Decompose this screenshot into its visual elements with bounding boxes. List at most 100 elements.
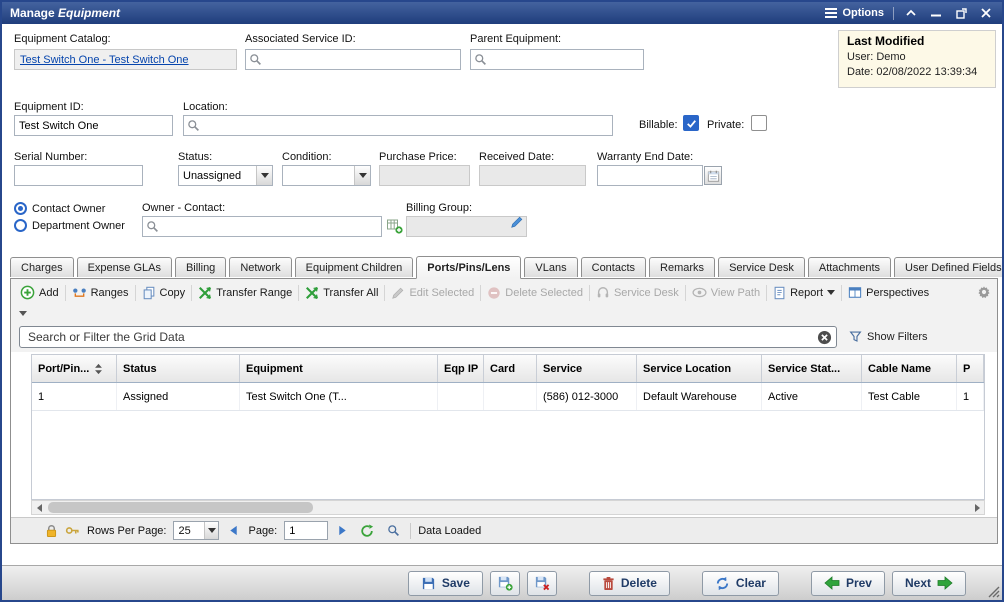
search-icon — [146, 220, 159, 233]
add-contact-icon — [386, 218, 403, 234]
save-x-icon — [534, 575, 550, 591]
toolbar-delete-selected-button[interactable]: Delete Selected — [482, 284, 588, 302]
clear-button[interactable]: Clear — [702, 571, 779, 596]
rows-per-page-select[interactable]: 25 — [173, 521, 219, 540]
received-date-label: Received Date: — [479, 151, 554, 163]
tab-vlans[interactable]: VLans — [524, 257, 577, 277]
tab-network[interactable]: Network — [229, 257, 291, 277]
clear-search-icon[interactable] — [817, 330, 832, 345]
private-checkbox[interactable] — [751, 115, 767, 131]
close-icon — [981, 8, 991, 18]
toolbar-report-button[interactable]: Report — [768, 284, 840, 302]
horizontal-scrollbar[interactable] — [31, 500, 985, 515]
column-header-cable-name[interactable]: Cable Name — [862, 355, 957, 382]
tab-attachments[interactable]: Attachments — [808, 257, 891, 277]
column-header-eqp-ip[interactable]: Eqp IP — [438, 355, 484, 382]
toolbar-settings-button[interactable] — [977, 285, 991, 302]
column-header-p[interactable]: P — [957, 355, 984, 382]
tab-expense-glas[interactable]: Expense GLAs — [77, 257, 172, 277]
calendar-button[interactable] — [704, 166, 722, 185]
close-button[interactable] — [978, 6, 994, 20]
tab-contacts[interactable]: Contacts — [581, 257, 646, 277]
show-filters-button[interactable]: Show Filters — [849, 330, 928, 343]
equipment-id-input[interactable] — [14, 115, 173, 136]
save-and-new-button[interactable] — [490, 571, 520, 596]
save-plus-icon — [497, 575, 513, 591]
next-page-button[interactable] — [335, 525, 350, 536]
cell-cable-name: Test Cable — [862, 383, 957, 410]
grid-find-button[interactable] — [384, 524, 403, 537]
associated-service-id-input[interactable] — [262, 50, 460, 69]
contact-owner-label: Contact Owner — [32, 203, 105, 215]
lock-icon — [45, 524, 58, 538]
toolbar-view-path-button[interactable]: View Path — [687, 285, 765, 301]
page-label: Page: — [248, 525, 277, 537]
page-input[interactable] — [284, 521, 328, 540]
tab-remarks[interactable]: Remarks — [649, 257, 715, 277]
column-header-status[interactable]: Status — [117, 355, 240, 382]
save-button[interactable]: Save — [408, 571, 483, 596]
toolbar-transfer-range-button[interactable]: Transfer Range — [193, 284, 297, 302]
save-and-close-button[interactable] — [527, 571, 557, 596]
condition-select[interactable] — [282, 165, 371, 186]
status-select[interactable]: Unassigned — [178, 165, 273, 186]
edit-billing-group-button[interactable] — [510, 215, 524, 229]
tab-ports-pins-lens[interactable]: Ports/Pins/Lens — [416, 256, 521, 279]
filter-funnel-icon — [849, 330, 862, 343]
tab-equipment-children[interactable]: Equipment Children — [295, 257, 414, 277]
add-owner-contact-button[interactable] — [386, 218, 403, 234]
refresh-button[interactable] — [357, 524, 377, 538]
serial-number-input[interactable] — [14, 165, 143, 186]
cell-port-pin: 1 — [32, 383, 117, 410]
collapse-button[interactable] — [903, 6, 919, 20]
department-owner-radio[interactable] — [14, 219, 27, 232]
tab-billing[interactable]: Billing — [175, 257, 226, 277]
tab-strip: Charges Expense GLAs Billing Network Equ… — [10, 256, 1004, 279]
minimize-button[interactable] — [928, 6, 944, 20]
toolbar-service-desk-button[interactable]: Service Desk — [591, 284, 684, 302]
tab-user-defined-fields[interactable]: User Defined Fields — [894, 257, 1004, 277]
toolbar-overflow-button[interactable] — [19, 311, 27, 316]
warranty-end-date-input[interactable] — [597, 165, 703, 186]
popout-icon — [956, 8, 967, 19]
billable-checkbox[interactable] — [683, 115, 699, 131]
equipment-catalog-link[interactable]: Test Switch One - Test Switch One — [20, 54, 189, 66]
tab-charges[interactable]: Charges — [10, 257, 74, 277]
column-header-equipment[interactable]: Equipment — [240, 355, 438, 382]
resize-grip[interactable] — [988, 586, 1000, 598]
column-header-service[interactable]: Service — [537, 355, 637, 382]
lock-button[interactable] — [45, 524, 58, 538]
column-header-card[interactable]: Card — [484, 355, 537, 382]
contact-owner-radio[interactable] — [14, 202, 27, 215]
owner-contact-input[interactable] — [159, 217, 381, 236]
parent-equipment-input[interactable] — [487, 50, 643, 69]
next-button[interactable]: Next — [892, 571, 966, 596]
delete-button[interactable]: Delete — [589, 571, 670, 596]
key-icon — [65, 524, 80, 537]
column-header-service-status[interactable]: Service Stat... — [762, 355, 862, 382]
toolbar-perspectives-button[interactable]: Perspectives — [843, 284, 934, 301]
column-header-port-pin[interactable]: Port/Pin... — [32, 355, 117, 382]
scroll-right-arrow[interactable] — [970, 501, 984, 514]
toolbar-transfer-all-button[interactable]: Transfer All — [300, 284, 383, 302]
next-page-icon — [338, 525, 347, 536]
toolbar-edit-selected-button[interactable]: Edit Selected — [386, 284, 479, 302]
table-row[interactable]: 1 Assigned Test Switch One (T... (586) 0… — [32, 383, 984, 411]
toolbar-ranges-button[interactable]: Ranges — [67, 284, 134, 301]
tab-service-desk[interactable]: Service Desk — [718, 257, 805, 277]
options-button[interactable]: Options — [825, 7, 884, 19]
grid-toolbar: Add Ranges Copy Transfer Range Transfer … — [11, 279, 997, 306]
billing-group-input — [406, 216, 527, 237]
prev-button[interactable]: Prev — [811, 571, 885, 596]
scroll-left-arrow[interactable] — [32, 501, 46, 514]
location-input[interactable] — [200, 116, 612, 135]
scrollbar-thumb[interactable] — [48, 502, 313, 513]
key-button[interactable] — [65, 524, 80, 537]
toolbar-copy-button[interactable]: Copy — [137, 284, 191, 302]
popout-button[interactable] — [953, 6, 969, 20]
column-header-service-location[interactable]: Service Location — [637, 355, 762, 382]
sort-icon[interactable] — [94, 363, 103, 375]
toolbar-add-button[interactable]: Add — [15, 283, 64, 302]
grid-search-input[interactable] — [19, 326, 837, 348]
prev-page-button[interactable] — [226, 525, 241, 536]
